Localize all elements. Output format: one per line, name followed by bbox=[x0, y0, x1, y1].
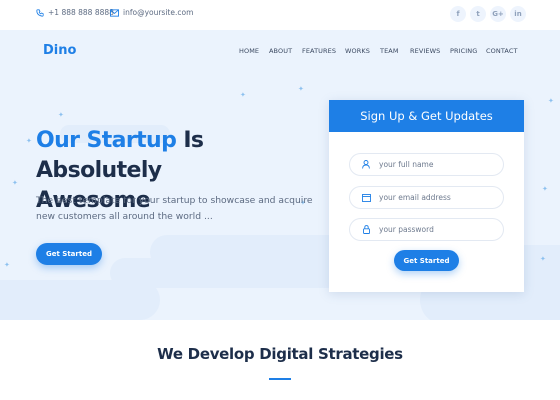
lock-icon bbox=[361, 225, 371, 235]
nav-item-pricing[interactable]: PRICING bbox=[450, 47, 477, 55]
top-bar: +1 888 888 8888 info@yoursite.com f t G+… bbox=[0, 0, 560, 30]
sparkle-icon: ✦ bbox=[4, 261, 10, 269]
sparkle-icon: ✦ bbox=[58, 111, 64, 119]
phone-number: +1 888 888 8888 bbox=[48, 8, 114, 17]
nav-item-about[interactable]: ABOUT bbox=[269, 47, 292, 55]
sparkle-icon: ✦ bbox=[542, 185, 548, 193]
signup-form-title: Sign Up & Get Updates bbox=[329, 100, 524, 132]
nav-item-reviews[interactable]: REVIEWS bbox=[410, 47, 440, 55]
section-divider bbox=[269, 378, 291, 380]
full-name-input[interactable] bbox=[379, 160, 499, 169]
google-plus-icon[interactable]: G+ bbox=[490, 6, 506, 22]
full-name-field[interactable] bbox=[349, 153, 504, 176]
nav-item-works[interactable]: WORKS bbox=[345, 47, 370, 55]
email-input[interactable] bbox=[379, 193, 499, 202]
phone-contact[interactable]: +1 888 888 8888 bbox=[36, 8, 114, 17]
headline-accent: Our Startup bbox=[36, 128, 177, 153]
sparkle-icon: ✦ bbox=[12, 179, 18, 187]
nav-item-contact[interactable]: CONTACT bbox=[486, 47, 518, 55]
linkedin-icon[interactable]: in bbox=[510, 6, 526, 22]
phone-icon bbox=[36, 8, 44, 17]
sparkle-icon: ✦ bbox=[240, 91, 246, 99]
facebook-icon[interactable]: f bbox=[450, 6, 466, 22]
sparkle-icon: ✦ bbox=[540, 255, 546, 263]
sparkle-icon: ✦ bbox=[298, 85, 304, 93]
email-field[interactable] bbox=[349, 186, 504, 209]
email-address: info@yoursite.com bbox=[123, 8, 194, 17]
section-title: We Develop Digital Strategies bbox=[157, 345, 403, 363]
site-logo[interactable]: Dino bbox=[43, 43, 76, 58]
hero-description: The best template for your startup to sh… bbox=[36, 195, 313, 222]
signup-submit-button[interactable]: Get Started bbox=[394, 250, 459, 271]
password-input[interactable] bbox=[379, 225, 499, 234]
email-contact[interactable]: info@yoursite.com bbox=[110, 8, 193, 17]
password-field[interactable] bbox=[349, 218, 504, 241]
email-icon bbox=[361, 193, 371, 203]
twitter-icon[interactable]: t bbox=[470, 6, 486, 22]
nav-item-home[interactable]: HOME bbox=[239, 47, 259, 55]
signup-form-card: Sign Up & Get Updates Get Started bbox=[329, 100, 524, 292]
user-icon bbox=[361, 160, 371, 170]
sparkle-icon: ✦ bbox=[548, 97, 554, 105]
sparkle-icon: ✦ bbox=[26, 137, 32, 145]
nav-item-team[interactable]: TEAM bbox=[380, 47, 399, 55]
envelope-icon bbox=[110, 8, 119, 17]
background-cloud bbox=[0, 280, 160, 320]
nav-item-features[interactable]: FEATURES bbox=[302, 47, 336, 55]
get-started-button[interactable]: Get Started bbox=[36, 243, 102, 265]
